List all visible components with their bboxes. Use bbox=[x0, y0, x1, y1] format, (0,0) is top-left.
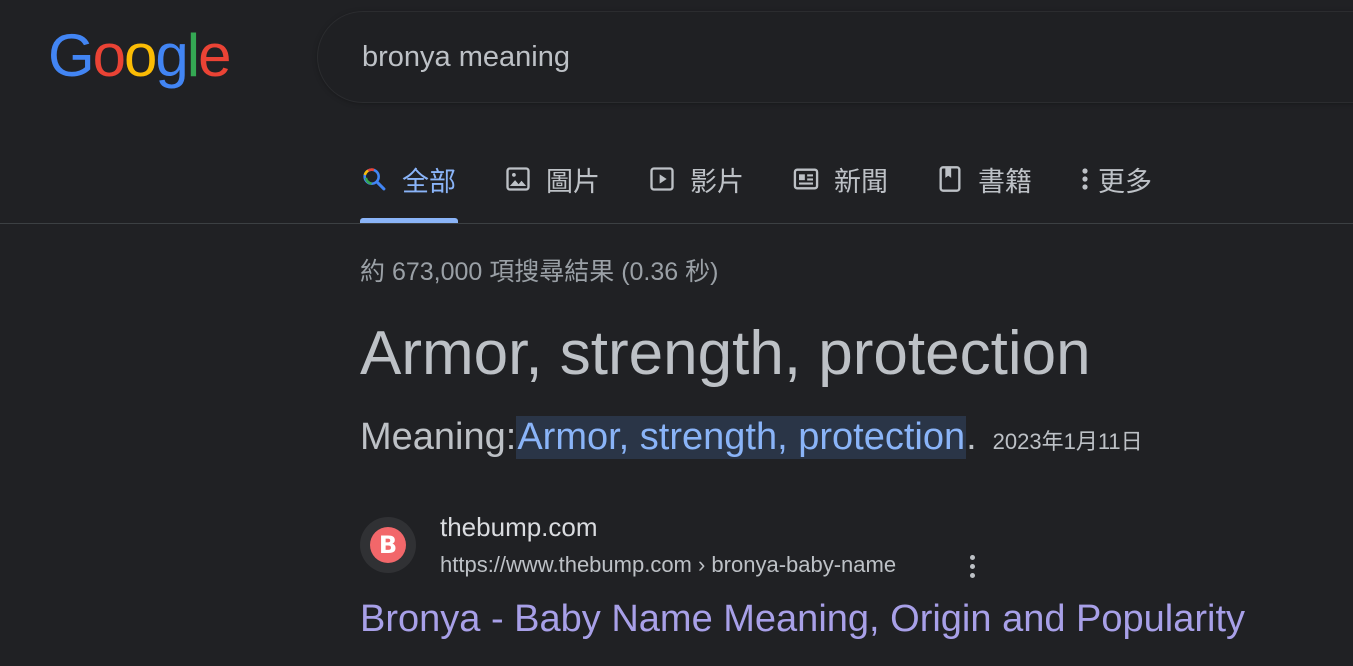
result-stats: 約 673,000 項搜尋結果 (0.36 秒) bbox=[360, 258, 719, 286]
tab-label: 全部 bbox=[402, 166, 456, 197]
search-icon bbox=[360, 165, 388, 193]
tab-label: 圖片 bbox=[546, 166, 600, 197]
header-divider bbox=[0, 223, 1353, 224]
featured-snippet-text: Meaning: Armor, strength, protection. 202… bbox=[360, 416, 1143, 459]
site-name[interactable]: thebump.com bbox=[440, 512, 598, 543]
logo-letter: e bbox=[198, 22, 231, 89]
search-input[interactable] bbox=[362, 40, 962, 74]
meaning-highlight[interactable]: Armor, strength, protection bbox=[516, 416, 967, 459]
snippet-date: 2023年1月11日 bbox=[992, 429, 1143, 454]
logo-letter: o bbox=[124, 22, 157, 89]
google-logo[interactable]: Google bbox=[48, 22, 232, 89]
logo-letter: g bbox=[155, 22, 188, 89]
site-favicon[interactable]: B bbox=[360, 517, 416, 573]
tab-label: 更多 bbox=[1098, 166, 1152, 197]
search-results-page: Google 全部 bbox=[0, 0, 1353, 666]
logo-letter: o bbox=[92, 22, 126, 89]
book-icon bbox=[936, 165, 964, 193]
favicon-letter: B bbox=[370, 527, 406, 563]
meaning-prefix: Meaning: bbox=[360, 416, 517, 458]
site-url[interactable]: https://www.thebump.com › bronya-baby-na… bbox=[440, 552, 896, 578]
meaning-suffix: . bbox=[966, 416, 977, 458]
more-vert-icon bbox=[1080, 165, 1090, 193]
video-icon bbox=[648, 165, 676, 193]
tab-label: 新聞 bbox=[834, 166, 888, 197]
result-title-link[interactable]: Bronya - Baby Name Meaning, Origin and P… bbox=[360, 598, 1245, 641]
tab-books[interactable]: 書籍 bbox=[936, 158, 1032, 200]
image-icon bbox=[504, 165, 532, 193]
tab-label: 書籍 bbox=[978, 166, 1032, 197]
logo-letter: l bbox=[186, 22, 200, 89]
tab-videos[interactable]: 影片 bbox=[648, 158, 744, 200]
search-tabs: 全部 圖片 影片 新聞 書籍 更多 bbox=[360, 158, 1200, 200]
tab-all[interactable]: 全部 bbox=[360, 158, 456, 200]
featured-answer-title: Armor, strength, protection bbox=[360, 319, 1091, 388]
logo-letter: G bbox=[48, 22, 95, 89]
tab-images[interactable]: 圖片 bbox=[504, 158, 600, 200]
more-options-icon[interactable] bbox=[962, 552, 982, 580]
news-icon bbox=[792, 165, 820, 193]
tab-more[interactable]: 更多 bbox=[1080, 158, 1152, 200]
tab-news[interactable]: 新聞 bbox=[792, 158, 888, 200]
tab-label: 影片 bbox=[690, 166, 744, 197]
